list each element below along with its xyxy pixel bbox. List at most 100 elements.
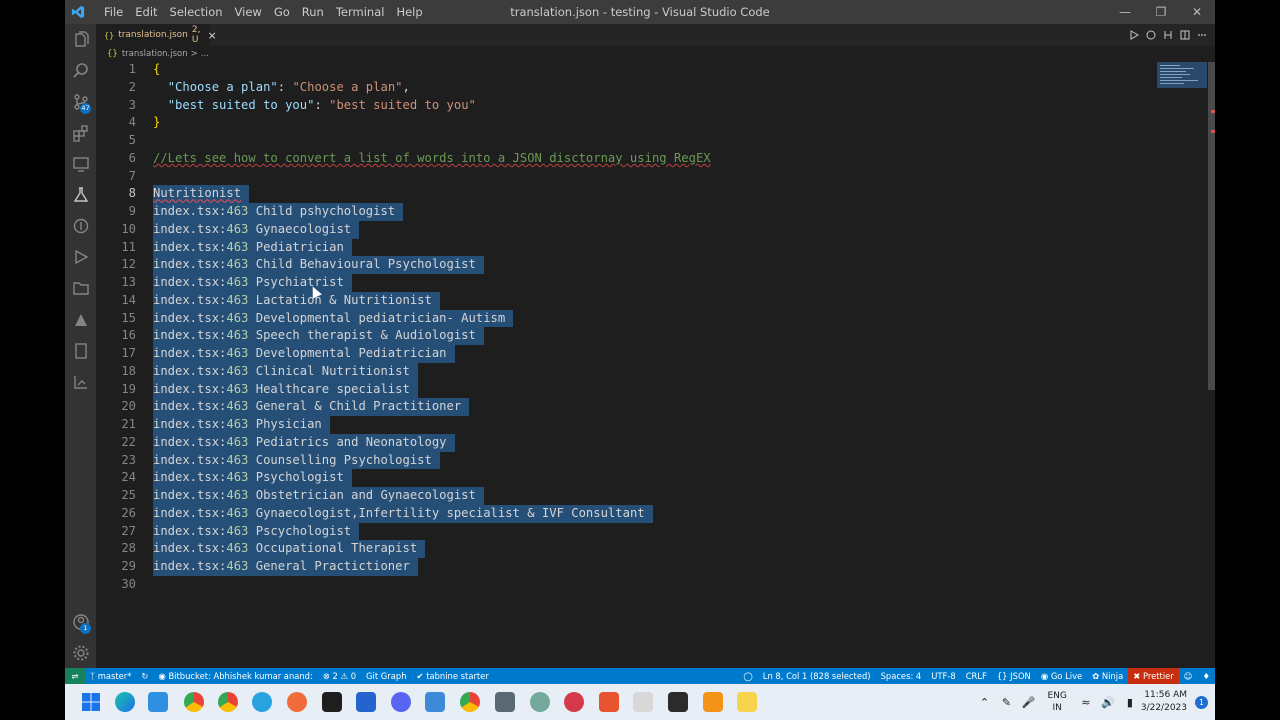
close-icon[interactable]: ✕: [1179, 0, 1215, 24]
microphone-icon[interactable]: 🎤: [1020, 694, 1036, 710]
notification-badge[interactable]: 1: [1195, 695, 1208, 709]
notifications-bell-icon[interactable]: ♦: [1197, 668, 1215, 684]
code-line[interactable]: 4}: [96, 114, 1186, 132]
folder-icon[interactable]: [65, 275, 96, 301]
menu-go[interactable]: Go: [268, 0, 296, 24]
tabnine-icon[interactable]: [65, 307, 96, 333]
code-line[interactable]: 18 index.tsx:463 Clinical Nutritionist: [96, 362, 1186, 381]
prettier-item[interactable]: ✖ Prettier: [1128, 668, 1179, 684]
more-actions-icon[interactable]: [1197, 30, 1207, 40]
close-tab-icon[interactable]: ×: [207, 29, 216, 42]
code-line[interactable]: 17 index.tsx:463 Developmental Pediatrici…: [96, 345, 1186, 363]
code-line[interactable]: 6 //Lets see how to convert a list of wor…: [96, 150, 1186, 168]
chatgpt-icon[interactable]: [530, 692, 550, 712]
code-line[interactable]: 16 index.tsx:463 Speech therapist & Audio…: [96, 327, 1186, 345]
chevron-up-icon[interactable]: ⌃: [976, 694, 992, 710]
language-mode[interactable]: {} JSON: [992, 668, 1036, 684]
code-line[interactable]: 2 "Choose a plan": "Choose a plan",: [96, 79, 1186, 97]
testing-icon[interactable]: [65, 182, 96, 208]
git-graph-icon[interactable]: [65, 213, 96, 239]
menu-selection[interactable]: Selection: [164, 0, 229, 24]
source-control-icon[interactable]: 47: [65, 89, 96, 115]
todo-icon[interactable]: [356, 692, 376, 712]
minimap[interactable]: [1157, 62, 1207, 88]
code-line[interactable]: 3 "best suited to you": "best suited to …: [96, 97, 1186, 115]
git-graph-item[interactable]: Git Graph: [361, 668, 411, 684]
code-line[interactable]: 14 index.tsx:463 Lactation & Nutritionist: [96, 291, 1186, 310]
postman-icon[interactable]: [287, 692, 307, 712]
code-line[interactable]: 13 index.tsx:463 Psychiatrist: [96, 274, 1186, 292]
tabnine-item[interactable]: ✔ tabnine starter: [412, 668, 494, 684]
edge-icon[interactable]: [115, 692, 135, 712]
extensions-icon[interactable]: [65, 120, 96, 146]
calculator-icon[interactable]: [495, 692, 515, 712]
end-of-line[interactable]: CRLF: [961, 668, 992, 684]
code-line[interactable]: 26 index.tsx:463 Gynaecologist,Infertilit…: [96, 504, 1186, 523]
problems-item[interactable]: ⊗ 2 ⚠ 0: [318, 668, 361, 684]
breadcrumb-file[interactable]: translation.json: [122, 49, 188, 59]
chrome-profile-icon[interactable]: [218, 692, 238, 712]
code-line[interactable]: 21 index.tsx:463 Physician: [96, 416, 1186, 434]
restore-icon[interactable]: ❐: [1143, 0, 1179, 24]
notepad-icon[interactable]: [425, 692, 445, 712]
menu-file[interactable]: File: [98, 0, 129, 24]
volume-icon[interactable]: 🔊: [1100, 694, 1116, 710]
battery-icon[interactable]: ▮: [1122, 694, 1138, 710]
code-line[interactable]: 24 index.tsx:463 Psychologist: [96, 469, 1186, 487]
bitbucket-item[interactable]: ◉ Bitbucket: Abhishek kumar anand:: [153, 668, 317, 684]
sync-icon[interactable]: ↻: [136, 668, 153, 684]
telegram-icon[interactable]: [252, 692, 272, 712]
remote-explorer-icon[interactable]: [65, 151, 96, 177]
canva-icon[interactable]: [599, 692, 619, 712]
code-line[interactable]: 1{: [96, 61, 1186, 79]
explorer-icon[interactable]: [65, 27, 96, 53]
remote-icon[interactable]: ⇌: [65, 668, 85, 684]
clock[interactable]: 11:56 AM 3/22/2023: [1141, 689, 1195, 715]
code-line[interactable]: 30: [96, 576, 1186, 594]
code-line[interactable]: 15 index.tsx:463 Developmental pediatrici…: [96, 309, 1186, 328]
compare-icon[interactable]: [1163, 30, 1173, 40]
sticky-notes-icon[interactable]: [737, 692, 757, 712]
tab-translation-json[interactable]: {} translation.json 2, U ×: [96, 24, 217, 46]
menu-run[interactable]: Run: [296, 0, 330, 24]
notes-icon[interactable]: [65, 338, 96, 364]
go-live-button[interactable]: ◉ Go Live: [1036, 668, 1087, 684]
code-editor[interactable]: 1{2 "Choose a plan": "Choose a plan", 3 "…: [96, 61, 1186, 661]
menu-help[interactable]: Help: [390, 0, 428, 24]
ninja-item[interactable]: ✿ Ninja: [1087, 668, 1128, 684]
location-pin-icon[interactable]: ◯: [738, 668, 757, 684]
wsl-icon[interactable]: [633, 692, 653, 712]
figma-icon[interactable]: [322, 692, 342, 712]
menu-terminal[interactable]: Terminal: [330, 0, 391, 24]
chrome-icon[interactable]: [184, 692, 204, 712]
search-icon[interactable]: [65, 58, 96, 84]
code-line[interactable]: 28 index.tsx:463 Occupational Therapist: [96, 540, 1186, 558]
code-line[interactable]: 27 index.tsx:463 Pscychologist: [96, 522, 1186, 541]
code-line[interactable]: 23 index.tsx:463 Counselling Psychologist: [96, 451, 1186, 470]
terminal-icon[interactable]: [668, 692, 688, 712]
chrome-alt-icon[interactable]: [460, 692, 480, 712]
code-line[interactable]: 22 index.tsx:463 Pediatrics and Neonatolo…: [96, 433, 1186, 452]
menu-view[interactable]: View: [229, 0, 268, 24]
vlc-icon[interactable]: [703, 692, 723, 712]
code-line[interactable]: 20 index.tsx:463 General & Child Practiti…: [96, 398, 1186, 416]
feedback-icon[interactable]: ☺: [1179, 668, 1198, 684]
indentation[interactable]: Spaces: 4: [876, 668, 927, 684]
run-debug-icon[interactable]: [65, 244, 96, 270]
run-icon[interactable]: [1129, 30, 1139, 40]
code-line[interactable]: 25 index.tsx:463 Obstetrician and Gynaeco…: [96, 487, 1186, 505]
code-line[interactable]: 12 index.tsx:463 Child Behavioural Psycho…: [96, 256, 1186, 274]
breadcrumb-more[interactable]: ...: [201, 49, 209, 59]
code-line[interactable]: 19 index.tsx:463 Healthcare specialist: [96, 380, 1186, 399]
discord-icon[interactable]: [391, 692, 411, 712]
wifi-icon[interactable]: ≈: [1078, 694, 1094, 710]
code-line[interactable]: 9 index.tsx:463 Child pshychologist: [96, 203, 1186, 221]
code-line[interactable]: 29 index.tsx:463 General Practictioner: [96, 558, 1186, 576]
live-share-icon[interactable]: [65, 369, 96, 395]
code-line[interactable]: 7: [96, 168, 1186, 186]
code-line[interactable]: 10 index.tsx:463 Gynaecologist: [96, 220, 1186, 239]
windows-start-icon[interactable]: [81, 692, 101, 712]
code-line[interactable]: 11 index.tsx:463 Pediatrician: [96, 238, 1186, 257]
vscode-icon[interactable]: [148, 692, 168, 712]
pen-icon[interactable]: ✎: [998, 694, 1014, 710]
